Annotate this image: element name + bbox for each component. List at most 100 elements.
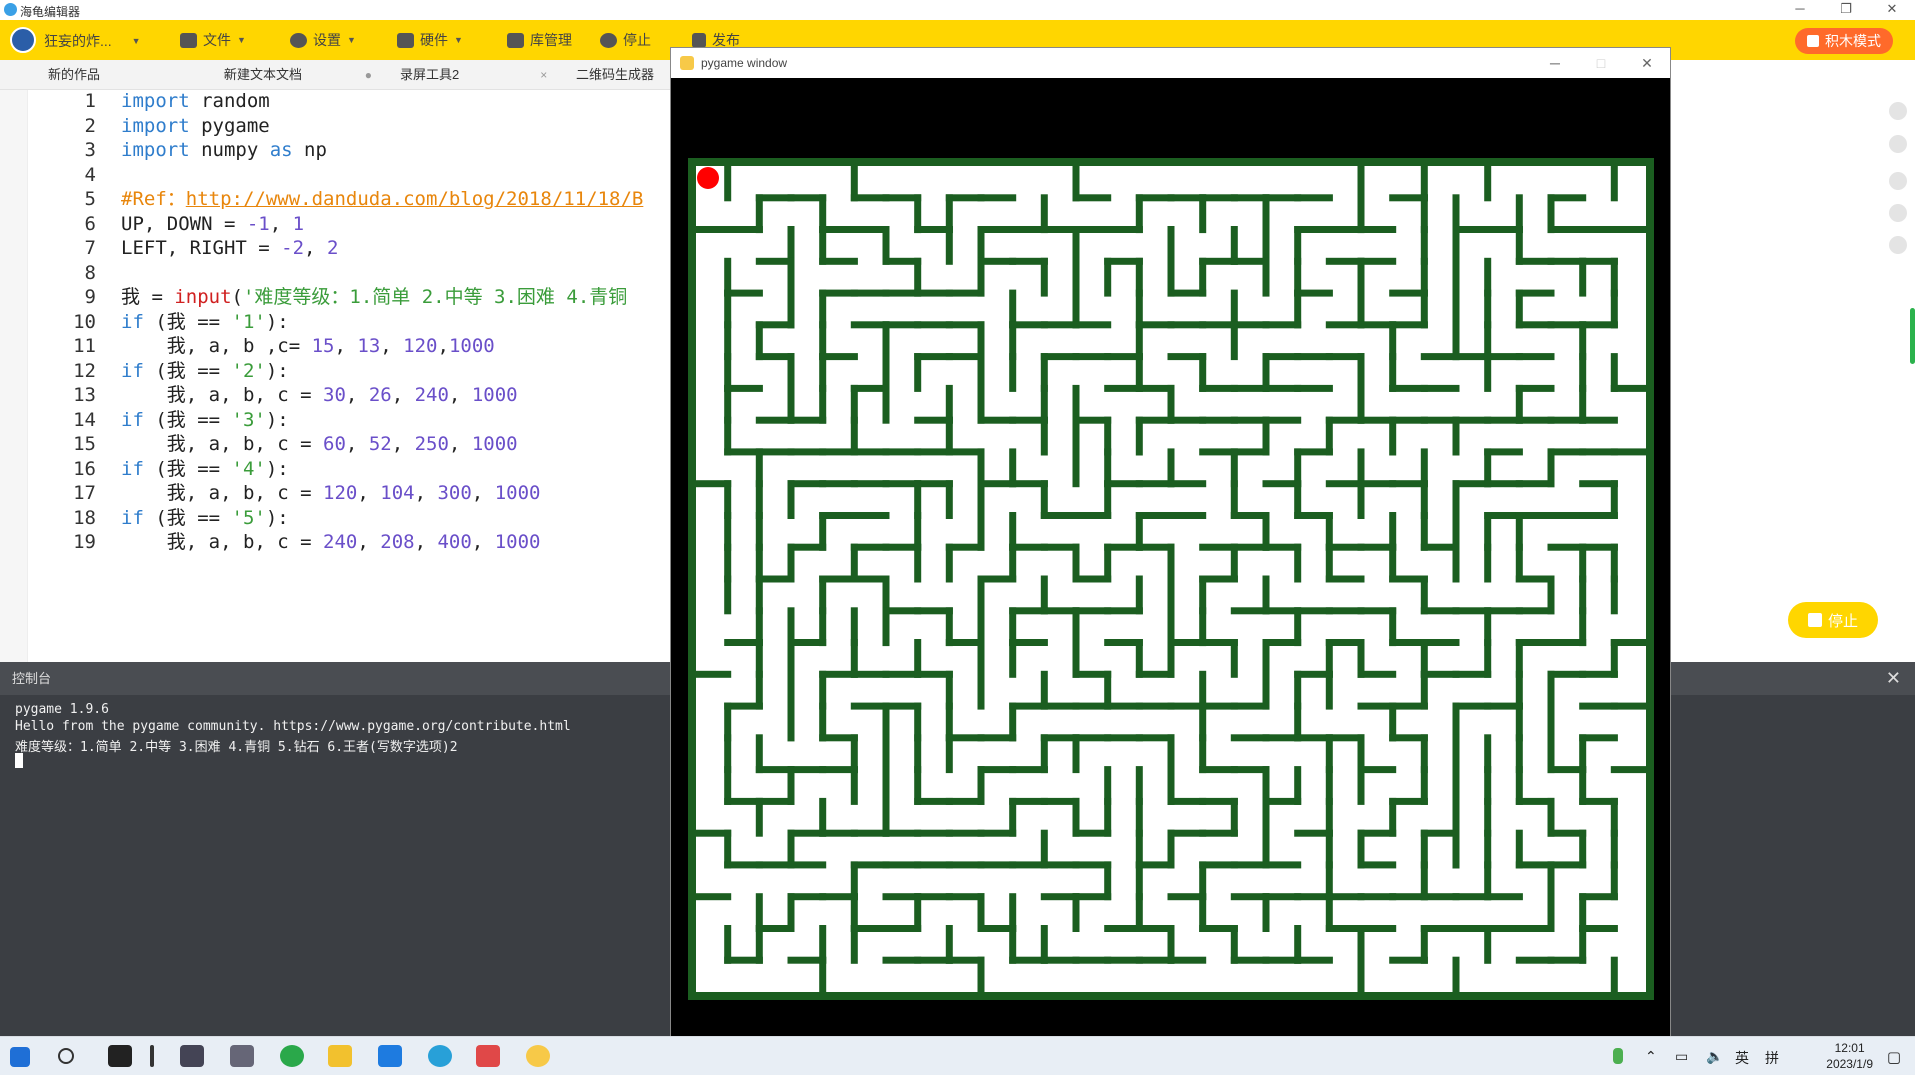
menu-file[interactable]: 文件 ▼ — [180, 30, 246, 50]
tab-new-text-doc[interactable]: 新建文本文档 ● — [224, 60, 372, 90]
code-token: 13 — [357, 335, 381, 357]
battery-icon — [1613, 1048, 1623, 1064]
minimize-icon[interactable]: ─ — [1777, 0, 1823, 20]
maze-wall — [1009, 766, 1048, 774]
ime-mode[interactable]: 拼 — [1765, 1048, 1779, 1068]
input-cursor[interactable] — [15, 753, 23, 768]
code-token: , — [471, 531, 495, 553]
undo-icon[interactable] — [1889, 102, 1907, 120]
code-token: ): — [265, 457, 289, 480]
close-icon[interactable]: ✕ — [1869, 0, 1915, 20]
code-token: LEFT, RIGHT = — [121, 237, 282, 259]
pygame-window[interactable]: pygame window ─ □ ✕ — [670, 47, 1671, 1037]
menu-library-label: 库管理 — [530, 32, 572, 48]
hardware-icon — [397, 32, 414, 48]
browser-icon[interactable] — [280, 1045, 304, 1067]
code-token: 208 — [380, 531, 415, 553]
windows-start-icon[interactable] — [10, 1047, 30, 1067]
tab-close-icon[interactable]: × — [540, 60, 547, 90]
tab-qr-generator[interactable]: 二维码生成器 — [576, 60, 654, 90]
app-logo-icon — [4, 3, 17, 16]
maze-wall — [692, 893, 732, 901]
pygame-titlebar: pygame window ─ □ ✕ — [671, 48, 1670, 78]
tab-new-work[interactable]: 新的作品 × — [48, 60, 230, 90]
maze-wall — [1072, 194, 1112, 202]
maze-wall — [1325, 670, 1333, 710]
maze-wall — [1484, 925, 1492, 964]
maze-wall — [724, 956, 763, 964]
close-icon[interactable]: ✕ — [1624, 48, 1670, 78]
menu-stop-label: 停止 — [623, 32, 651, 48]
code-token: ( — [231, 286, 243, 308]
browser-icon[interactable] — [428, 1045, 452, 1067]
app-icon[interactable] — [378, 1045, 402, 1067]
app-icon[interactable] — [476, 1045, 500, 1067]
app-icon[interactable] — [108, 1045, 132, 1067]
minimize-icon[interactable]: ─ — [1532, 48, 1578, 78]
maze-wall — [1357, 766, 1365, 805]
menu-settings[interactable]: 设置 ▼ — [290, 30, 356, 50]
avatar[interactable] — [10, 27, 36, 53]
stop-run-button[interactable]: 停止 — [1788, 602, 1878, 638]
network-icon[interactable]: ▭ — [1675, 1048, 1688, 1065]
menu-library[interactable]: 库管理 — [507, 30, 572, 50]
maze-wall — [945, 226, 953, 265]
file-explorer-icon[interactable] — [328, 1045, 352, 1067]
maze-wall — [1610, 448, 1650, 456]
maze-wall — [977, 194, 1017, 202]
maze-wall — [1579, 416, 1618, 424]
menu-settings-label: 设置 — [313, 32, 341, 48]
maze-wall — [945, 797, 985, 805]
code-token: 120 — [403, 335, 438, 357]
maze-wall — [787, 702, 795, 742]
user-menu[interactable]: 狂妄的炸... ▼ — [44, 31, 141, 51]
console-title: 控制台 — [12, 671, 52, 686]
camera-icon[interactable] — [180, 1045, 204, 1067]
restore-icon[interactable]: ❐ — [1823, 0, 1869, 20]
app-title: 海龟编辑器 — [20, 5, 81, 19]
code-editor[interactable]: 1 import random 2 import pygame 3 import nump… — [0, 90, 670, 662]
code-token: , — [437, 335, 449, 357]
notification-icon[interactable]: ▢ — [1887, 1048, 1901, 1066]
library-icon — [507, 32, 524, 48]
search-icon[interactable] — [58, 1048, 74, 1064]
maze-wall — [1579, 670, 1618, 678]
ime-lang[interactable]: 英 — [1735, 1048, 1749, 1068]
volume-muted-icon[interactable]: 🔈 — [1706, 1048, 1723, 1065]
maze-wall — [787, 861, 827, 869]
clock[interactable]: 12:01 2023/1/9 — [1826, 1040, 1873, 1072]
maze-wall — [1357, 226, 1397, 233]
close-icon[interactable]: ✕ — [1886, 662, 1901, 695]
maze-wall — [724, 162, 732, 202]
tab-label: 新的作品 — [48, 67, 101, 82]
maze-wall — [1294, 543, 1302, 583]
turtle-editor-icon[interactable] — [526, 1045, 550, 1067]
tab-unsaved-dot-icon[interactable]: ● — [365, 60, 372, 90]
code-token: 400 — [437, 531, 472, 553]
stop-icon — [600, 32, 617, 48]
maze-wall — [977, 670, 985, 710]
code-token: import — [121, 139, 190, 161]
maze-wall — [1040, 416, 1048, 456]
redo-icon[interactable] — [1889, 135, 1907, 153]
tab-screen-recorder[interactable]: 录屏工具2 × — [400, 60, 547, 90]
maze-wall — [1072, 893, 1080, 932]
zoom-out-icon[interactable] — [1889, 236, 1907, 254]
scrollbar[interactable] — [1910, 308, 1915, 364]
code-token: '5' — [231, 506, 266, 529]
menu-hardware[interactable]: 硬件 ▼ — [397, 30, 463, 50]
code-token: , — [380, 335, 404, 357]
maze-wall — [1262, 257, 1270, 297]
code-token: 我, a, b, c = — [121, 433, 324, 455]
maze-wall — [1294, 956, 1333, 964]
block-mode-button[interactable]: 积木模式 — [1795, 28, 1893, 54]
chevron-up-icon[interactable]: ⌃ — [1645, 1048, 1657, 1065]
console-line: pygame 1.9.6 — [15, 702, 109, 717]
calculator-icon[interactable] — [230, 1045, 254, 1067]
zoom-in-icon[interactable] — [1889, 172, 1907, 190]
menu-stop[interactable]: 停止 — [600, 30, 651, 50]
grid-icon[interactable] — [1889, 204, 1907, 222]
code-token: , — [357, 531, 381, 553]
maze-wall — [1357, 956, 1365, 996]
maze-wall — [1072, 512, 1112, 519]
